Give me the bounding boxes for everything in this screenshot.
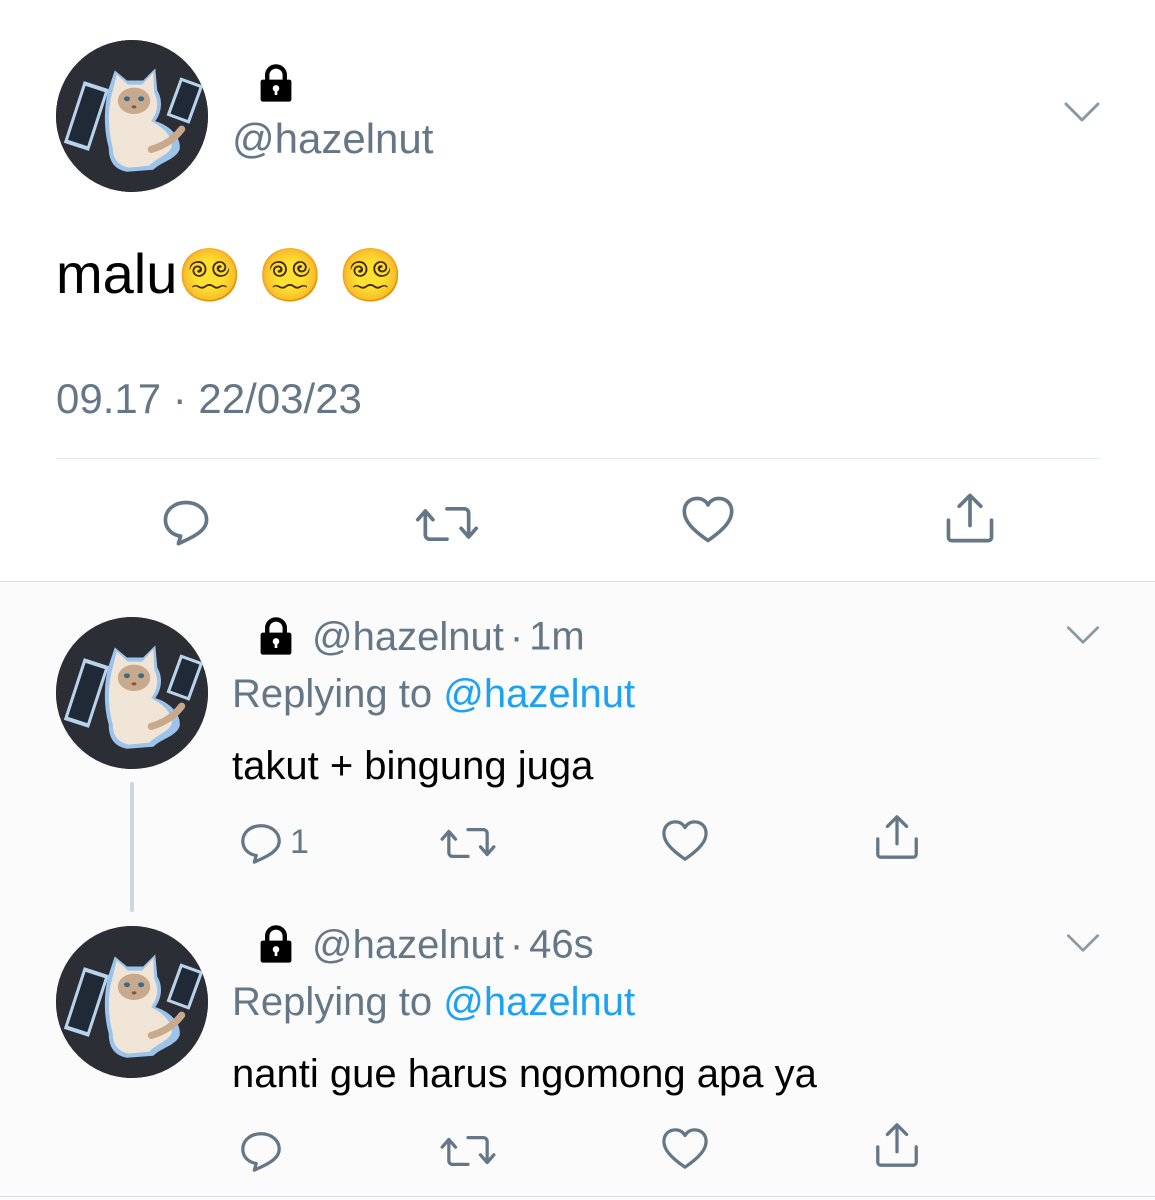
dizzy-face-emoji: 😵‍💫 <box>257 246 323 306</box>
retweet-icon[interactable] <box>438 820 498 866</box>
reply-avatar[interactable] <box>56 617 208 769</box>
main-tweet-handle[interactable]: @hazelnut <box>232 114 433 164</box>
lock-icon <box>254 923 298 967</box>
heart-icon[interactable] <box>680 494 736 546</box>
divider <box>0 1196 1155 1197</box>
separator-dot: · <box>509 922 524 967</box>
heart-icon[interactable] <box>660 818 710 864</box>
reply-header: @hazelnut · 46s <box>254 920 594 970</box>
dizzy-face-emoji: 😵‍💫 <box>177 246 243 306</box>
share-icon[interactable] <box>872 1120 922 1170</box>
reply-icon[interactable] <box>238 820 284 866</box>
chevron-down-icon[interactable] <box>1064 624 1102 646</box>
dizzy-face-emoji: 😵‍💫 <box>338 246 403 306</box>
reply-handle[interactable]: @hazelnut <box>312 923 504 967</box>
reply-handle[interactable]: @hazelnut <box>312 615 504 659</box>
avatar-image <box>56 40 208 192</box>
replying-to-line: Replying to @hazelnut <box>232 976 635 1028</box>
share-icon[interactable] <box>942 490 998 546</box>
main-tweet-avatar[interactable] <box>56 40 208 192</box>
avatar-image <box>56 926 208 1078</box>
replying-to-line: Replying to @hazelnut <box>232 668 635 720</box>
reply-time[interactable]: 1m <box>529 615 585 659</box>
reply-count: 1 <box>290 823 309 861</box>
replying-to-label: Replying to <box>232 672 433 716</box>
reply-text: nanti gue harus ngomong apa ya <box>232 1052 817 1096</box>
retweet-icon[interactable] <box>438 1128 498 1174</box>
reply-header: @hazelnut · 1m <box>254 612 585 662</box>
divider <box>56 458 1100 459</box>
lock-icon <box>254 62 298 106</box>
reply-text: takut + bingung juga <box>232 744 594 788</box>
chevron-down-icon[interactable] <box>1062 100 1102 124</box>
share-icon[interactable] <box>872 812 922 862</box>
retweet-icon[interactable] <box>414 498 480 550</box>
reply-icon[interactable] <box>238 1128 284 1174</box>
lock-icon <box>254 615 298 659</box>
chevron-down-icon[interactable] <box>1064 932 1102 954</box>
reply-avatar[interactable] <box>56 926 208 1078</box>
replying-to-link[interactable]: @hazelnut <box>443 980 635 1024</box>
avatar-image <box>56 617 208 769</box>
separator-dot: · <box>509 614 524 659</box>
replying-to-label: Replying to <box>232 980 433 1024</box>
section-divider <box>0 581 1155 582</box>
heart-icon[interactable] <box>660 1126 710 1172</box>
thread-connector <box>130 782 134 912</box>
reply-icon[interactable] <box>160 496 212 548</box>
main-tweet-text: malu😵‍💫 😵‍💫 😵‍💫 <box>56 238 403 312</box>
tweet-text: malu <box>56 242 178 305</box>
reply-time[interactable]: 46s <box>529 923 594 967</box>
replying-to-link[interactable]: @hazelnut <box>443 672 635 716</box>
tweet-timestamp[interactable]: 09.17 · 22/03/23 <box>56 374 362 424</box>
